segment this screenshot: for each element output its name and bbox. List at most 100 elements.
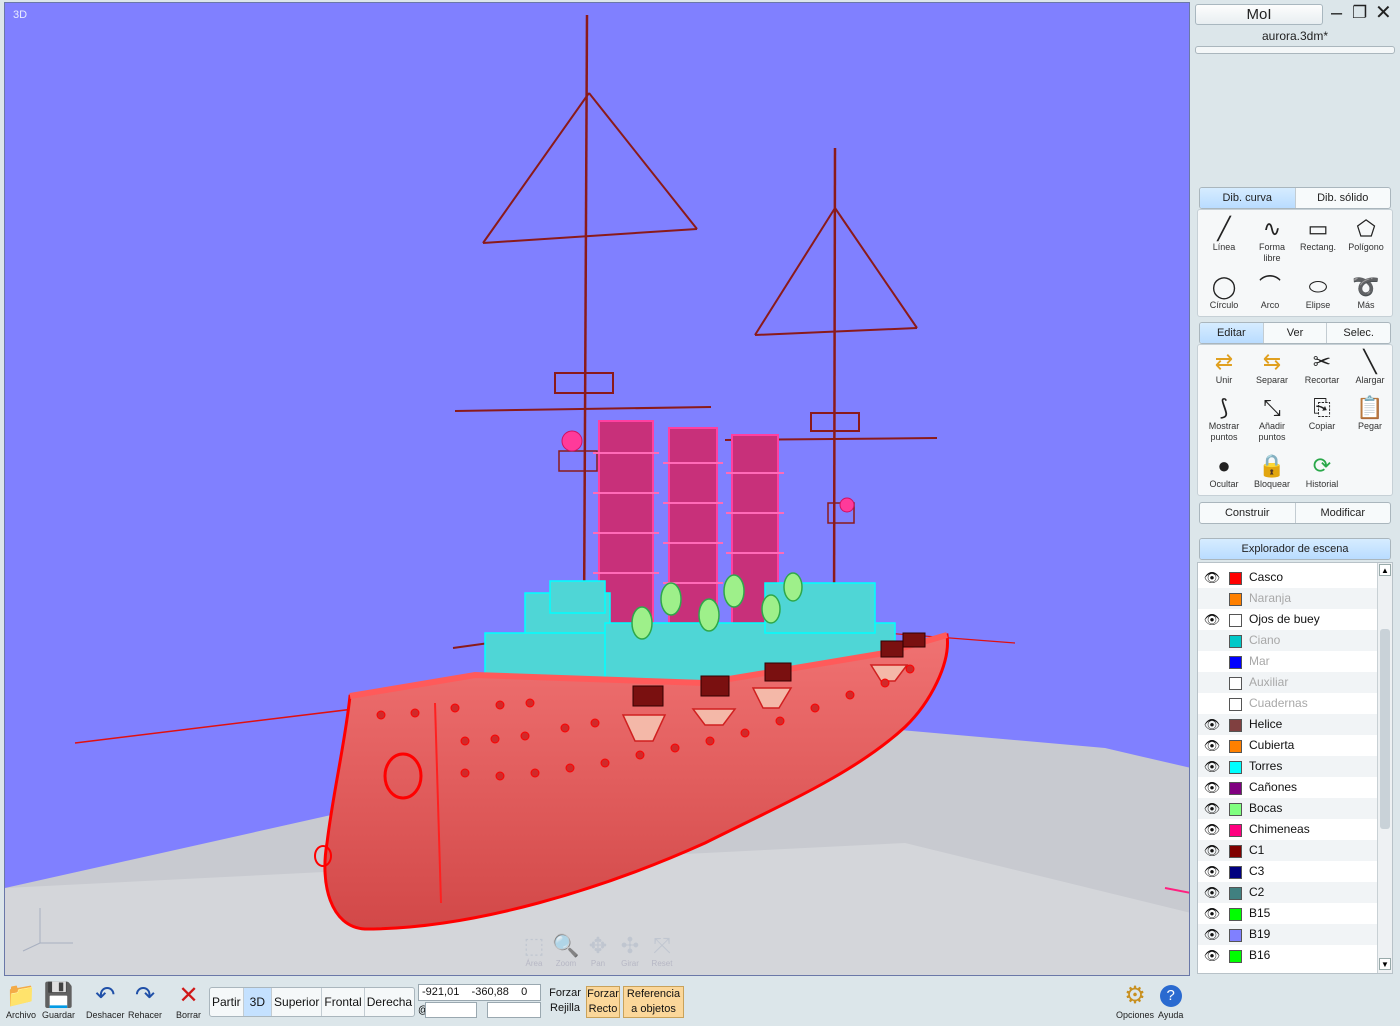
- app-name-button[interactable]: MoI: [1195, 4, 1323, 25]
- tab-draw-solid[interactable]: Dib. sólido: [1296, 188, 1391, 208]
- visibility-eye-icon[interactable]: 👁: [1203, 861, 1221, 882]
- visibility-eye-icon[interactable]: 👁: [1203, 882, 1221, 903]
- view-right[interactable]: Derecha: [365, 988, 414, 1016]
- viewport-3d[interactable]: 3D ⬚ Área 🔍 Zoom ✥ Pan ✣ Girar ⤧ Reset: [4, 2, 1190, 976]
- visibility-eye-icon[interactable]: 👁: [1203, 609, 1221, 630]
- layer-color-swatch[interactable]: [1229, 950, 1242, 963]
- close-icon[interactable]: ✕: [1375, 2, 1392, 24]
- separate-tool[interactable]: ⇆ Separar: [1248, 349, 1296, 386]
- visibility-eye-icon[interactable]: 👁: [1203, 903, 1221, 924]
- angle-input[interactable]: [487, 1002, 541, 1018]
- layer-row[interactable]: 👁 Cañones: [1198, 777, 1378, 798]
- layer-color-swatch[interactable]: [1229, 656, 1242, 669]
- layer-row[interactable]: 👁 Cubierta: [1198, 735, 1378, 756]
- view-split[interactable]: Partir: [210, 988, 244, 1016]
- layer-row[interactable]: Auxiliar: [1198, 672, 1378, 693]
- tab-view[interactable]: Ver: [1264, 323, 1328, 343]
- show-points-tool[interactable]: ⟆ Mostrar puntos: [1200, 395, 1248, 443]
- layer-color-swatch[interactable]: [1229, 593, 1242, 606]
- delete-button[interactable]: ✕ Borrar: [176, 982, 201, 1020]
- layer-color-swatch[interactable]: [1229, 803, 1242, 816]
- layer-row[interactable]: 👁 C3: [1198, 861, 1378, 882]
- reset-control[interactable]: ⤧ Reset: [644, 933, 680, 968]
- visibility-eye-icon[interactable]: 👁: [1203, 840, 1221, 861]
- layer-color-swatch[interactable]: [1229, 677, 1242, 690]
- layer-row[interactable]: 👁 C1: [1198, 840, 1378, 861]
- layer-row[interactable]: Cuadernas: [1198, 693, 1378, 714]
- arc-tool[interactable]: ⌒ Arco: [1246, 274, 1294, 311]
- polygon-tool[interactable]: ⬠ Polígono: [1342, 216, 1390, 253]
- layer-color-swatch[interactable]: [1229, 929, 1242, 942]
- layer-row[interactable]: 👁 Helice: [1198, 714, 1378, 735]
- visibility-eye-icon[interactable]: 👁: [1203, 945, 1221, 966]
- visibility-eye-icon[interactable]: 👁: [1203, 924, 1221, 945]
- layer-row[interactable]: 👁 Chimeneas: [1198, 819, 1378, 840]
- layer-color-swatch[interactable]: [1229, 887, 1242, 900]
- lock-tool[interactable]: 🔒 Bloquear: [1248, 453, 1296, 490]
- layer-row[interactable]: 👁 Bocas: [1198, 798, 1378, 819]
- grid-snap-toggle[interactable]: Forzar Rejilla: [548, 986, 582, 1016]
- ellipse-tool[interactable]: ⬭ Elipse: [1294, 274, 1342, 311]
- trim-tool[interactable]: ✂ Recortar: [1298, 349, 1346, 386]
- area-zoom-control[interactable]: ⬚ Área: [516, 933, 552, 968]
- join-tool[interactable]: ⇄ Unir: [1200, 349, 1248, 386]
- layer-row[interactable]: Naranja: [1198, 588, 1378, 609]
- layer-color-swatch[interactable]: [1229, 908, 1242, 921]
- save-button[interactable]: 💾 Guardar: [42, 982, 75, 1020]
- layer-row[interactable]: Ciano: [1198, 630, 1378, 651]
- scroll-down-icon[interactable]: ▼: [1379, 958, 1391, 970]
- circle-tool[interactable]: ◯ Círculo: [1200, 274, 1248, 311]
- layer-row[interactable]: 👁 B15: [1198, 903, 1378, 924]
- layer-row[interactable]: 👁 B19: [1198, 924, 1378, 945]
- object-snap-toggle[interactable]: Referencia a objetos: [623, 986, 684, 1018]
- rotate-control[interactable]: ✣ Girar: [612, 933, 648, 968]
- scroll-thumb[interactable]: [1380, 629, 1390, 829]
- history-tool[interactable]: ⟳ Historial: [1298, 453, 1346, 490]
- tab-modify[interactable]: Modificar: [1296, 503, 1391, 523]
- layer-row[interactable]: 👁 Torres: [1198, 756, 1378, 777]
- layer-color-swatch[interactable]: [1229, 824, 1242, 837]
- restore-icon[interactable]: ❐: [1352, 2, 1367, 24]
- layer-color-swatch[interactable]: [1229, 635, 1242, 648]
- tab-select[interactable]: Selec.: [1327, 323, 1390, 343]
- file-button[interactable]: 📁 Archivo: [6, 982, 36, 1020]
- redo-button[interactable]: ↷ Rehacer: [128, 982, 162, 1020]
- rectangle-tool[interactable]: ▭ Rectang.: [1294, 216, 1342, 253]
- visibility-eye-icon[interactable]: 👁: [1203, 756, 1221, 777]
- freeform-tool[interactable]: ∿ Forma libre: [1248, 216, 1296, 264]
- coordinate-readout[interactable]: -921,01 -360,88 0: [418, 984, 541, 1001]
- layer-color-swatch[interactable]: [1229, 572, 1242, 585]
- zoom-control[interactable]: 🔍 Zoom: [548, 933, 584, 968]
- pan-control[interactable]: ✥ Pan: [580, 933, 616, 968]
- visibility-eye-icon[interactable]: 👁: [1203, 714, 1221, 735]
- scroll-up-icon[interactable]: ▲: [1379, 564, 1391, 576]
- add-points-tool[interactable]: ⤡ Añadir puntos: [1248, 395, 1296, 443]
- layer-row[interactable]: 👁 Casco: [1198, 567, 1378, 588]
- layer-color-swatch[interactable]: [1229, 782, 1242, 795]
- layer-color-swatch[interactable]: [1229, 845, 1242, 858]
- undo-button[interactable]: ↶ Deshacer: [86, 982, 125, 1020]
- layer-row[interactable]: Mar: [1198, 651, 1378, 672]
- more-tool[interactable]: ➰ Más: [1342, 274, 1390, 311]
- layer-color-swatch[interactable]: [1229, 866, 1242, 879]
- layer-color-swatch[interactable]: [1229, 719, 1242, 732]
- tab-construct[interactable]: Construir: [1200, 503, 1296, 523]
- scrollbar[interactable]: ▲ ▼: [1377, 563, 1392, 973]
- distance-input[interactable]: [425, 1002, 477, 1018]
- layer-row[interactable]: 👁 Ojos de buey: [1198, 609, 1378, 630]
- copy-tool[interactable]: ⎘ Copiar: [1298, 395, 1346, 432]
- layer-row[interactable]: 👁 C2: [1198, 882, 1378, 903]
- straight-snap-toggle[interactable]: Forzar Recto: [586, 986, 620, 1018]
- view-top[interactable]: Superior: [272, 988, 323, 1016]
- visibility-eye-icon[interactable]: 👁: [1203, 777, 1221, 798]
- tab-edit[interactable]: Editar: [1200, 323, 1264, 343]
- visibility-eye-icon[interactable]: 👁: [1203, 567, 1221, 588]
- paste-tool[interactable]: 📋 Pegar: [1346, 395, 1394, 432]
- layer-color-swatch[interactable]: [1229, 698, 1242, 711]
- visibility-eye-icon[interactable]: 👁: [1203, 735, 1221, 756]
- options-button[interactable]: ⚙ Opciones: [1116, 982, 1154, 1020]
- visibility-eye-icon[interactable]: 👁: [1203, 798, 1221, 819]
- visibility-eye-icon[interactable]: 👁: [1203, 819, 1221, 840]
- extend-tool[interactable]: ╲ Alargar: [1346, 349, 1394, 386]
- scene-explorer-title[interactable]: Explorador de escena: [1200, 539, 1390, 559]
